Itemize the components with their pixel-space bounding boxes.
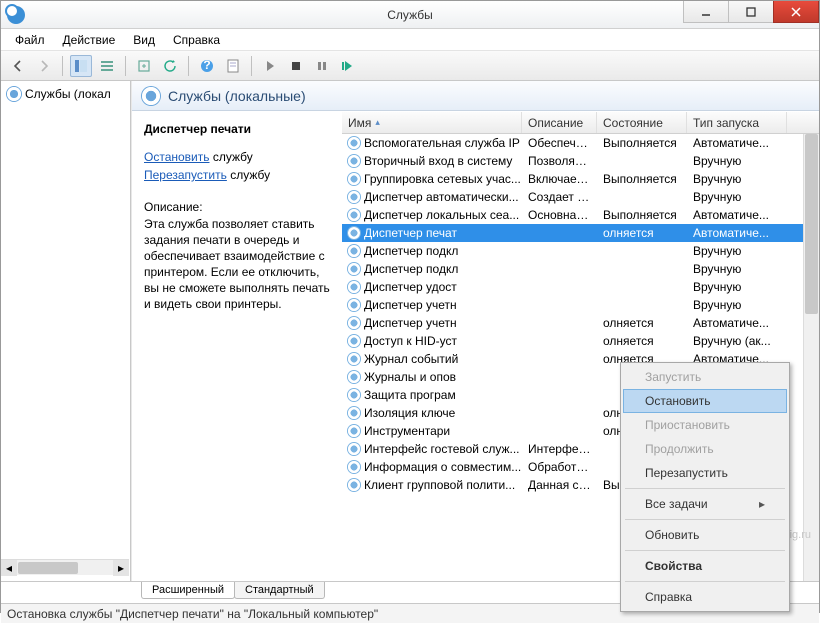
app-icon [7,6,25,24]
content-header: Службы (локальные) [132,81,819,111]
service-row[interactable]: Вторичный вход в системуПозволяет...Вруч… [342,152,819,170]
pause-service-button[interactable] [311,55,333,77]
service-icon [348,317,360,329]
service-row[interactable]: Диспетчер подклВручную [342,260,819,278]
cm-properties[interactable]: Свойства [623,554,787,578]
service-icon [348,155,360,167]
services-icon [7,87,21,101]
service-row[interactable]: Диспетчер учетнВручную [342,296,819,314]
service-icon [348,173,360,185]
cm-help[interactable]: Справка [623,585,787,609]
service-icon [348,353,360,365]
cm-start: Запустить [623,365,787,389]
service-icon [348,479,360,491]
cm-all-tasks[interactable]: Все задачи [623,492,787,516]
help-button[interactable]: ? [196,55,218,77]
service-icon [348,245,360,257]
service-icon [348,137,360,149]
menu-bar: Файл Действие Вид Справка [1,29,819,51]
show-tree-button[interactable] [70,55,92,77]
start-service-button[interactable] [259,55,281,77]
sort-asc-icon: ▴ [375,117,380,128]
export-button[interactable] [133,55,155,77]
details-view-button[interactable] [96,55,118,77]
cm-restart[interactable]: Перезапустить [623,461,787,485]
svg-text:?: ? [203,59,210,72]
window-title: Службы [387,8,432,22]
content-title: Службы (локальные) [168,88,306,104]
hscroll-thumb[interactable] [18,562,78,574]
column-name[interactable]: Имя▴ [342,112,522,133]
cm-pause: Приостановить [623,413,787,437]
list-header: Имя▴ Описание Состояние Тип запуска [342,112,819,134]
context-menu: Запустить Остановить Приостановить Продо… [620,362,790,612]
vertical-scrollbar[interactable] [803,134,819,581]
tree-root[interactable]: Службы (локал [3,85,128,103]
tab-extended[interactable]: Расширенный [141,582,235,599]
service-row[interactable]: Группировка сетевых учас...Включает ...В… [342,170,819,188]
service-row[interactable]: Вспомогательная служба IPОбеспечи...Выпо… [342,134,819,152]
tab-standard[interactable]: Стандартный [234,582,325,599]
restart-service-button[interactable] [337,55,359,77]
service-icon [348,281,360,293]
service-icon [348,299,360,311]
description-text: Эта служба позволяет ставить задания печ… [144,216,330,312]
service-icon [348,209,360,221]
refresh-button[interactable] [159,55,181,77]
service-row[interactable]: Доступ к HID-устолняетсяВручную (ак... [342,332,819,350]
service-icon [348,227,360,239]
properties-button[interactable] [222,55,244,77]
minimize-button[interactable] [683,1,729,23]
service-icon [348,371,360,383]
toolbar: ? [1,51,819,81]
service-icon [348,425,360,437]
service-row[interactable]: Диспетчер печатолняетсяАвтоматиче... [342,224,819,242]
menu-file[interactable]: Файл [7,31,53,49]
stop-service-button[interactable] [285,55,307,77]
cm-resume: Продолжить [623,437,787,461]
service-icon [348,335,360,347]
column-description[interactable]: Описание [522,112,597,133]
cm-stop[interactable]: Остановить [623,389,787,413]
service-row[interactable]: Диспетчер автоматически...Создает п...Вр… [342,188,819,206]
service-row[interactable]: Диспетчер удостВручную [342,278,819,296]
description-label: Описание: [144,200,330,214]
scroll-thumb[interactable] [805,134,818,314]
service-row[interactable]: Диспетчер подклВручную [342,242,819,260]
service-icon [348,263,360,275]
forward-button[interactable] [33,55,55,77]
column-state[interactable]: Состояние [597,112,687,133]
tree-pane: Службы (локал ◂ ▸ [1,81,131,581]
column-startup[interactable]: Тип запуска [687,112,787,133]
restart-link[interactable]: Перезапустить [144,168,227,182]
back-button[interactable] [7,55,29,77]
menu-help[interactable]: Справка [165,31,228,49]
services-icon [142,87,160,105]
menu-action[interactable]: Действие [55,31,124,49]
close-button[interactable] [773,1,819,23]
menu-view[interactable]: Вид [125,31,163,49]
service-icon [348,191,360,203]
service-icon [348,443,360,455]
status-text: Остановка службы "Диспетчер печати" на "… [7,607,378,621]
maximize-button[interactable] [728,1,774,23]
service-icon [348,461,360,473]
service-row[interactable]: Диспетчер учетнолняетсяАвтоматиче... [342,314,819,332]
detail-pane: Диспетчер печати Остановить службу Перез… [132,112,342,581]
hscroll-left[interactable]: ◂ [1,560,17,576]
service-icon [348,407,360,419]
hscroll-right[interactable]: ▸ [113,560,129,576]
service-icon [348,389,360,401]
cm-refresh[interactable]: Обновить [623,523,787,547]
selected-service-name: Диспетчер печати [144,122,330,136]
stop-link[interactable]: Остановить [144,150,210,164]
title-bar: Службы [1,1,819,29]
service-row[interactable]: Диспетчер локальных сеа...Основная ...Вы… [342,206,819,224]
